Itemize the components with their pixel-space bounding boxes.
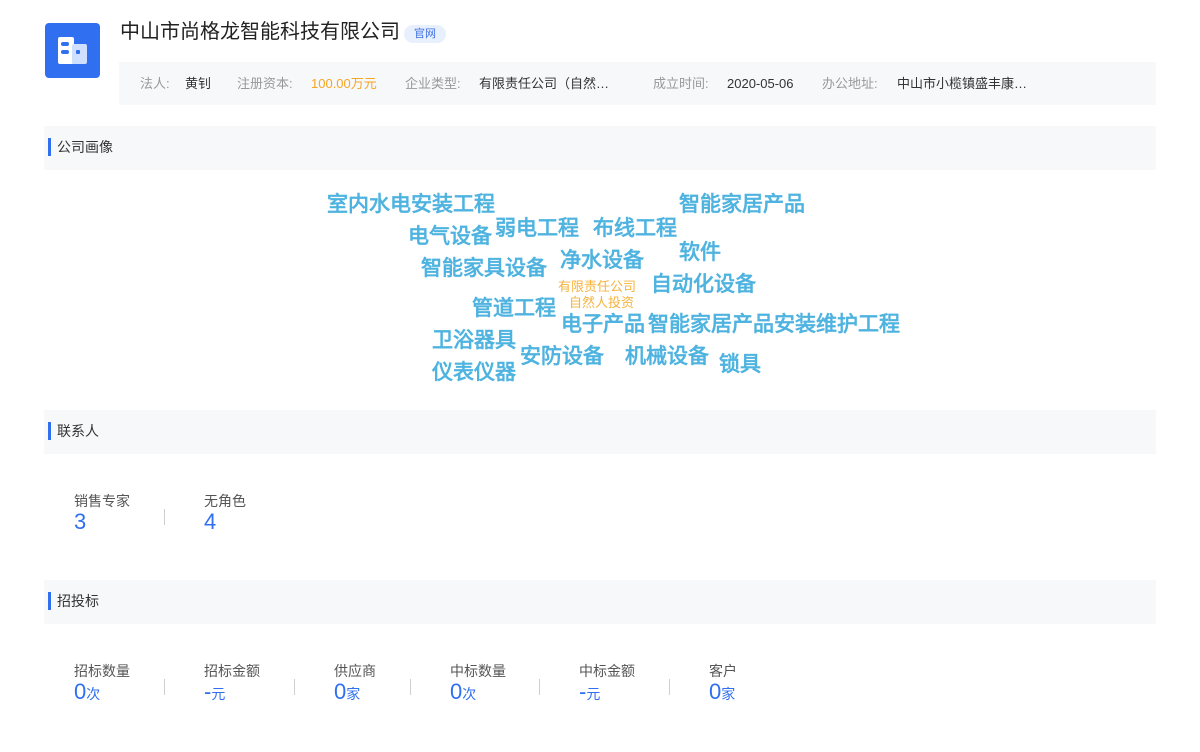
stat-label: 供应商: [334, 663, 376, 679]
stat-unit: 次: [462, 686, 477, 702]
stat-customers[interactable]: 客户 0家: [709, 663, 737, 705]
registered-capital-value: 100.00万元: [311, 76, 377, 91]
stat-tender-count[interactable]: 招标数量 0次: [74, 663, 130, 705]
official-site-tag[interactable]: 官网: [404, 25, 446, 43]
section-title-portrait: 公司画像: [57, 139, 113, 155]
stat-value: 0: [334, 679, 347, 704]
stat-value: 4: [204, 509, 217, 534]
stat-won-count[interactable]: 中标数量 0次: [450, 663, 506, 705]
cloud-word: 软件: [679, 241, 721, 264]
section-header-portrait: 公司画像: [44, 126, 1156, 170]
section-accent-bar: [48, 592, 51, 610]
founded-date-label: 成立时间:: [653, 76, 709, 91]
cloud-word: 有限责任公司: [558, 279, 637, 294]
stat-sales-experts[interactable]: 销售专家 3: [74, 493, 130, 535]
stat-no-role[interactable]: 无角色 4: [204, 493, 246, 535]
company-info-bar: 法人: 黄钊 注册资本: 100.00万元 企业类型: 有限责任公司（自然… 成…: [119, 62, 1156, 105]
cloud-word: 自然人投资: [569, 295, 635, 310]
founded-date-value: 2020-05-06: [727, 76, 794, 91]
stat-label: 客户: [709, 663, 737, 679]
stat-label: 无角色: [204, 493, 246, 509]
stat-label: 销售专家: [74, 493, 130, 509]
section-title-bidding: 招投标: [57, 593, 99, 609]
stat-unit: 家: [346, 686, 361, 702]
cloud-word: 机械设备: [625, 345, 709, 368]
stat-label: 中标金额: [579, 663, 635, 679]
cloud-word: 仪表仪器: [432, 361, 516, 384]
legal-person-value[interactable]: 黄钊: [185, 62, 211, 105]
cloud-word: 管道工程: [472, 297, 556, 320]
stat-divider: [164, 509, 165, 525]
section-accent-bar: [48, 138, 51, 156]
cloud-word: 卫浴器具: [432, 329, 516, 352]
stat-won-amount[interactable]: 中标金额 -元: [579, 663, 635, 705]
cloud-word: 智能家居产品安装维护工程: [648, 313, 900, 336]
stat-divider: [164, 679, 165, 695]
stat-unit: 次: [86, 686, 101, 702]
cloud-word: 净水设备: [560, 249, 644, 272]
stat-value: 0: [450, 679, 463, 704]
stat-divider: [539, 679, 540, 695]
cloud-word: 电气设备: [408, 225, 492, 248]
stat-label: 中标数量: [450, 663, 506, 679]
office-address-label: 办公地址:: [822, 76, 878, 91]
cloud-word: 弱电工程: [495, 217, 579, 240]
legal-person-label: 法人:: [140, 76, 170, 91]
section-title-contacts: 联系人: [57, 423, 99, 439]
registered-capital-label: 注册资本:: [237, 76, 293, 91]
company-type-value: 有限责任公司（自然…: [479, 76, 610, 91]
cloud-word: 自动化设备: [651, 273, 756, 296]
section-header-contacts: 联系人: [44, 410, 1156, 454]
building-icon: [58, 37, 87, 64]
stat-unit: 家: [721, 686, 736, 702]
section-accent-bar: [48, 422, 51, 440]
company-logo: [45, 23, 100, 78]
stat-divider: [669, 679, 670, 695]
company-name: 中山市尚格龙智能科技有限公司: [120, 21, 400, 43]
stat-value: 3: [74, 509, 87, 534]
cloud-word: 安防设备: [520, 345, 604, 368]
cloud-word: 锁具: [719, 353, 761, 376]
cloud-word: 智能家居产品: [679, 193, 805, 216]
cloud-word: 电子产品: [561, 313, 645, 336]
cloud-word: 智能家具设备: [421, 257, 547, 280]
stat-label: 招标金额: [204, 663, 260, 679]
stat-suppliers[interactable]: 供应商 0家: [334, 663, 376, 705]
cloud-word: 布线工程: [593, 217, 677, 240]
company-type-label: 企业类型:: [405, 76, 461, 91]
section-header-bidding: 招投标: [44, 580, 1156, 624]
office-address-value: 中山市小榄镇盛丰康…: [897, 76, 1028, 91]
stat-divider: [410, 679, 411, 695]
stat-label: 招标数量: [74, 663, 130, 679]
stat-tender-amount[interactable]: 招标金额 -元: [204, 663, 260, 705]
stat-divider: [294, 679, 295, 695]
stat-value: 0: [709, 679, 722, 704]
stat-unit: 元: [211, 686, 226, 702]
stat-unit: 元: [586, 686, 601, 702]
stat-value: 0: [74, 679, 87, 704]
cloud-word: 室内水电安装工程: [327, 193, 495, 216]
